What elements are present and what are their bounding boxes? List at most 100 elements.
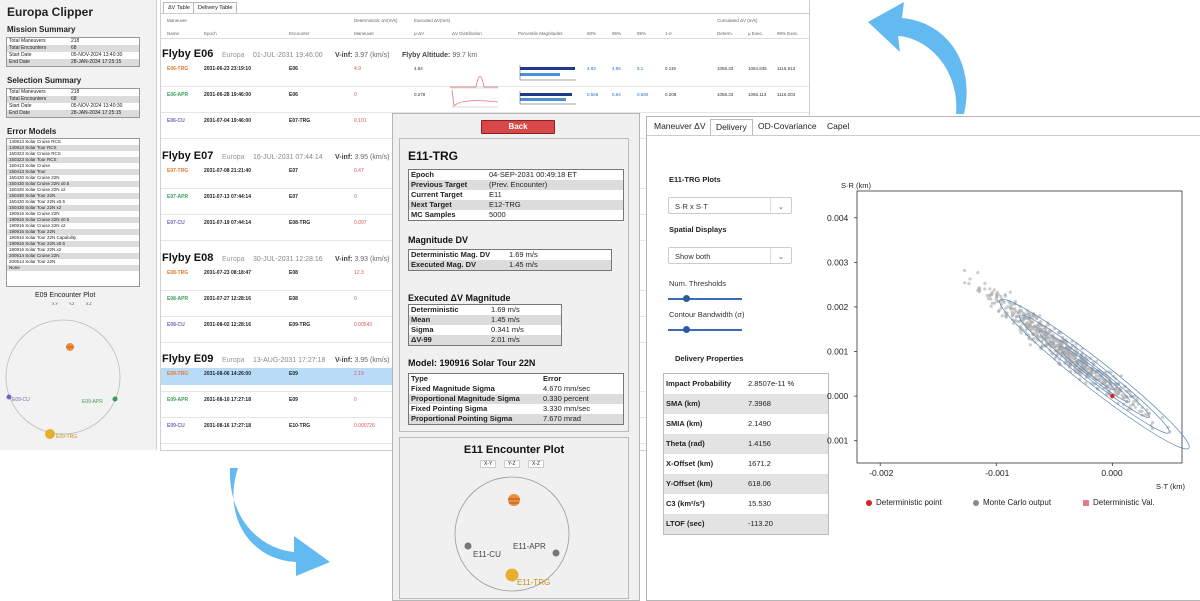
table-row: Sigma 0.341 m/s <box>409 325 561 335</box>
error-model-item[interactable]: None <box>7 265 139 271</box>
property-value: 15.530 <box>748 499 771 508</box>
row-value: 0.341 m/s <box>491 325 524 334</box>
vinf-value: 3.95 (km/s) <box>354 357 390 364</box>
monte-carlo-point <box>976 271 980 275</box>
monte-carlo-point <box>1008 290 1012 294</box>
maneuver-epoch: 2031-07-23 08:18:47 <box>204 270 251 276</box>
monte-carlo-point <box>968 277 972 281</box>
monte-carlo-point <box>1010 310 1014 314</box>
contour-bandwidth-slider[interactable] <box>668 326 742 333</box>
y-tick-label: 0.003 <box>827 257 849 267</box>
flyby-vinf: V-inf: 3.95 (km/s) <box>335 357 389 364</box>
monte-carlo-point <box>1027 327 1031 331</box>
summary-value: 05-NOV-2024 13:40:30 <box>71 103 123 109</box>
column-header: Percentile Magnitudes <box>518 31 563 36</box>
legend-item[interactable]: Monte Carlo output <box>973 498 1051 507</box>
tab-x-y[interactable]: X-Y <box>480 460 497 468</box>
dv-p95: 4.96 <box>612 66 621 71</box>
mission-summary-title: Mission Summary <box>7 25 76 34</box>
property-label: Y-Offset (km) <box>666 479 713 488</box>
dv-determ: 1058.33 <box>717 92 734 97</box>
column-header: 99% <box>637 31 647 36</box>
column-header: 1-σ <box>665 31 672 36</box>
summary-row: Total Maneuvers 218 <box>7 89 139 96</box>
column-header: Epoch <box>204 31 217 36</box>
monte-carlo-point <box>963 268 967 273</box>
summary-label: Total Maneuvers <box>9 89 46 95</box>
maneuver-name[interactable]: E08-CU <box>167 322 185 328</box>
e11-encounter-plot: E11-CU E11-APR E11-TRG <box>454 476 570 592</box>
vinf-value: 3.95 (km/s) <box>354 154 390 161</box>
maneuver-epoch: 2031-08-10 17:27:18 <box>204 397 251 403</box>
maneuver-name[interactable]: E07-APR <box>167 194 188 200</box>
tab-capel[interactable]: Capel <box>822 119 854 134</box>
maneuver-title: E11-TRG <box>408 149 459 163</box>
y-tick-label: 0.001 <box>827 347 849 357</box>
maneuver-name[interactable]: E09-CU <box>167 423 185 429</box>
percentile-plot-e06-apr <box>519 91 576 105</box>
row-label: Sigma <box>411 325 434 334</box>
maneuver-name[interactable]: E09-APR <box>167 397 188 403</box>
vinf-value: 3.93 (km/s) <box>354 256 390 263</box>
flyby-title[interactable]: Flyby E08 <box>162 252 213 264</box>
maneuver-name[interactable]: E08-TRG <box>167 270 188 276</box>
deterministic-dv: 0 <box>354 92 357 98</box>
x-tick-label: -0.001 <box>985 468 1009 478</box>
e11-cu-label: E11-CU <box>473 550 501 559</box>
y-tick-label: 0.001 <box>827 436 849 446</box>
legend-label: Deterministic point <box>876 498 942 507</box>
tab-delivery[interactable]: Delivery <box>710 119 753 136</box>
maneuver-name[interactable]: E06-APR <box>167 92 188 98</box>
row-label: Deterministic Mag. DV <box>411 250 491 259</box>
legend-item[interactable]: Deterministic Val. <box>1083 498 1155 507</box>
summary-label: Start Date <box>9 103 32 109</box>
legend-item[interactable]: Deterministic point <box>866 498 942 507</box>
spatial-display-select[interactable]: Show both ⌄ <box>668 247 792 264</box>
monte-carlo-point <box>1160 415 1164 420</box>
deterministic-dv: 0 <box>354 296 357 302</box>
num-thresholds-slider[interactable] <box>668 295 742 302</box>
monte-carlo-point <box>1000 314 1004 318</box>
back-button[interactable]: Back <box>481 120 555 134</box>
maneuver-encounter: E07-TRG <box>289 118 311 124</box>
tab-maneuver-dv[interactable]: Maneuver ΔV <box>649 119 711 134</box>
row-value: E12-TRG <box>489 200 521 209</box>
maneuver-name[interactable]: E07-TRG <box>167 168 188 174</box>
flyby-title[interactable]: Flyby E06 <box>162 48 213 60</box>
flyby-title[interactable]: Flyby E09 <box>162 353 213 365</box>
chevron-down-icon: ⌄ <box>770 248 791 263</box>
tab-dv-table[interactable]: ΔV Table <box>163 2 195 13</box>
maneuver-name[interactable]: E07-CU <box>167 220 185 226</box>
error-model-list[interactable]: 140813 Solar Cruise RCS 140813 Solar Tour… <box>6 138 140 287</box>
table-row: ΔV-99 2.01 m/s <box>409 335 561 345</box>
row-label: MC Samples <box>411 210 456 219</box>
slider-handle[interactable] <box>683 326 690 333</box>
tab-od-covariance[interactable]: OD-Covariance <box>753 119 822 134</box>
maneuver-name[interactable]: E08-APR <box>167 296 188 302</box>
deterministic-dv: 0.47 <box>354 168 364 174</box>
monte-carlo-point <box>1068 355 1072 359</box>
europa-icon <box>508 494 520 506</box>
tab-delivery-table[interactable]: Delivery Table <box>193 2 238 13</box>
flyby-title[interactable]: Flyby E07 <box>162 150 213 162</box>
tab-x-z[interactable]: X-Z <box>528 460 545 468</box>
monte-carlo-point <box>1094 374 1098 378</box>
table-row: Deterministic Mag. DV 1.69 m/s <box>409 250 611 260</box>
maneuver-name[interactable]: E06-CU <box>167 118 185 124</box>
tab-y-z[interactable]: Y-Z <box>504 460 520 468</box>
dv-p99: 5.1 <box>637 66 644 71</box>
monte-carlo-point <box>963 281 967 285</box>
table-row: Fixed Magnitude Sigma 4.670 mm/sec <box>409 384 623 394</box>
row-label: Current Target <box>411 190 463 199</box>
plot-type-select[interactable]: S·R x S·T ⌄ <box>668 197 792 214</box>
summary-value: 05-NOV-2024 13:40:30 <box>71 52 123 58</box>
row-label: Epoch <box>411 170 434 179</box>
slider-handle[interactable] <box>683 295 690 302</box>
maneuver-name[interactable]: E06-TRG <box>167 66 188 72</box>
monte-carlo-point <box>967 282 971 286</box>
contour-bandwidth-label: Contour Bandwidth (σ) <box>669 310 745 319</box>
property-row: SMIA (km) 2.1490 <box>664 414 828 434</box>
altitude-value: 99.7 km <box>452 52 478 59</box>
legend-marker <box>1083 499 1089 506</box>
maneuver-name[interactable]: E09-TRG <box>167 371 188 377</box>
